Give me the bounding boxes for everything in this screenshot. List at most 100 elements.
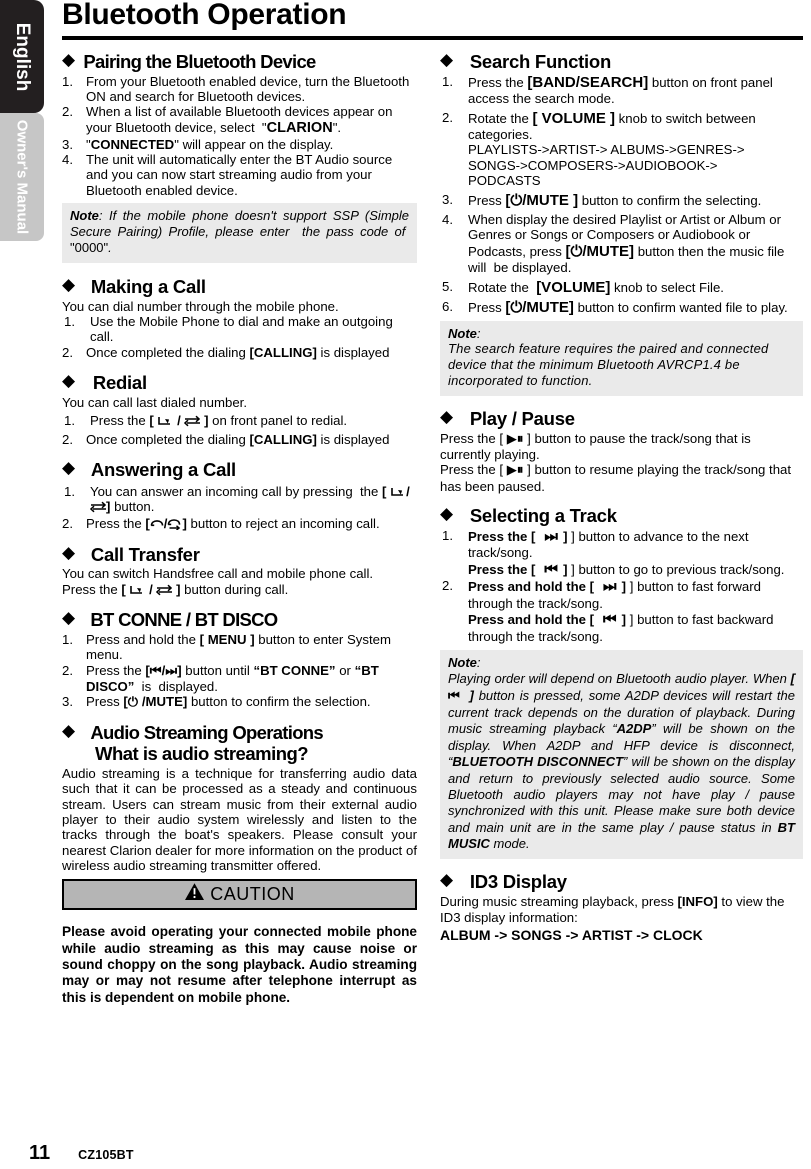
section-heading-redial: ◆ Redial	[62, 371, 417, 394]
list-item: 1. Use the Mobile Phone to dial and make …	[64, 313, 393, 345]
sidebar-manual-label: Owner's Manual	[13, 119, 31, 235]
search-steps: 1. Press the [BAND/SEARCH] button on fron…	[440, 74, 803, 317]
next-track-icon: ⏭	[597, 577, 622, 596]
section-subtitle-audio-streaming: What is audio streaming?	[95, 742, 309, 764]
step-number: 6.	[442, 299, 453, 315]
section-title-text: Answering a Call	[90, 458, 236, 480]
list-item: 1. Press the [BAND/SEARCH] button on fron…	[442, 73, 773, 107]
line-prefix: Press the [	[468, 528, 536, 544]
sidebar-tab-manual: Owner's Manual	[0, 113, 44, 241]
diamond-bullet-icon: ◆	[62, 608, 75, 629]
step-number: 2.	[62, 431, 73, 447]
step-number: 2.	[62, 662, 73, 678]
diamond-bullet-icon: ◆	[62, 371, 75, 392]
step-number: 2.	[62, 104, 73, 120]
power-icon: ⏻	[510, 190, 523, 209]
list-item: 2. When a list of available Bluetooth dev…	[62, 104, 393, 136]
right-column: ◆ Search Function 1. Press the [BAND/SEAR…	[440, 50, 803, 950]
prev-track-icon: ⏮	[597, 610, 622, 629]
step-number: 1.	[64, 313, 75, 329]
making-call-steps: 1. Use the Mobile Phone to dial and make …	[62, 314, 417, 360]
step-number: 2.	[62, 516, 73, 532]
section-title-text: Play / Pause	[469, 407, 575, 429]
warning-triangle-icon	[184, 882, 205, 906]
list-item: 1. From your Bluetooth enabled device, tu…	[62, 73, 410, 105]
line-prefix: Press the [	[468, 561, 536, 577]
caution-banner: CAUTION	[62, 879, 417, 911]
step-number: 4.	[442, 212, 453, 227]
list-item: 2. Press and hold the [ ⏭ ] ] button to …	[442, 577, 774, 644]
list-item: 3. Press [⏻/MUTE ] button to confirm the …	[442, 190, 762, 209]
section-heading-bt-conne: ◆ BT CONNE / BT DISCO	[62, 608, 417, 631]
section-title-text: Pairing the Bluetooth Device	[83, 51, 316, 72]
list-item: 4. When display the desired Playlist or A…	[442, 212, 785, 276]
section-heading-search: ◆ Search Function	[440, 50, 803, 73]
play-pause-line2: Press the [ ▶⏸ ] button to resume playin…	[440, 462, 803, 494]
diamond-bullet-icon: ◆	[440, 50, 453, 70]
section-heading-making-call: ◆ Making a Call	[62, 274, 417, 298]
section-id3-display: ◆ ID3 Display During music streaming pla…	[440, 872, 803, 943]
note-text: The search feature requires the paired a…	[448, 341, 769, 389]
step-number: 3.	[62, 694, 73, 710]
step-number: 1.	[62, 73, 73, 89]
power-icon: ⏻	[570, 241, 583, 260]
list-item: 1. Press and hold the [ MENU ] button to …	[62, 631, 391, 663]
line-prefix: Press the [	[440, 462, 504, 478]
prev-track-icon: ⏮	[149, 663, 162, 679]
id3-line1: During music streaming playback, press […	[440, 894, 785, 925]
phone-offhook-icon	[158, 417, 171, 425]
note-label: Note	[448, 325, 477, 341]
note-pairing: Note: If the mobile phone doesn't suppor…	[62, 203, 417, 263]
next-track-icon: ⏭	[539, 526, 564, 545]
transfer-arrows-icon	[156, 584, 173, 596]
play-pause-icon: ▶⏸	[506, 463, 524, 479]
line-prefix: Press the [	[440, 430, 504, 446]
note-text: If the mobile phone doesn't support SSP …	[70, 208, 409, 255]
line-suffix: ] button to go to previous track/song.	[571, 561, 785, 577]
redial-steps: 1. Press the [ / ] on front panel to redi…	[62, 413, 417, 447]
call-transfer-line2: Press the [ / ] button during call.	[62, 581, 289, 597]
section-title-text: Search Function	[469, 51, 612, 72]
line-prefix: Press and hold the [	[468, 612, 595, 628]
list-item: 1. You can answer an incoming call by pre…	[64, 483, 414, 514]
section-title-text: Making a Call	[90, 275, 206, 297]
list-item: 5. Rotate the [VOLUME] knob to select Fil…	[442, 278, 724, 296]
section-title-text: Audio Streaming Operations	[90, 721, 323, 743]
section-title-text: Selecting a Track	[469, 505, 617, 527]
step-number: 1.	[442, 527, 453, 543]
section-title-text: Redial	[92, 372, 147, 394]
section-bt-conne-disco: ◆ BT CONNE / BT DISCO 1. Press and hold t…	[62, 608, 417, 711]
section-heading-selecting-track: ◆ Selecting a Track	[440, 505, 803, 527]
transfer-arrows-icon	[89, 501, 107, 513]
caution-body-text: Please avoid operating your connected mo…	[62, 924, 417, 1005]
model-number: CZ105BT	[78, 1148, 134, 1162]
section-title-text: Call Transfer	[90, 543, 200, 565]
step-number: 4.	[62, 152, 73, 168]
sidebar-tabs: English Owner's Manual	[0, 0, 44, 745]
phone-hangup-icon	[168, 519, 181, 531]
section-selecting-track: ◆ Selecting a Track 1. Press the [ ⏭ ] ]…	[440, 505, 803, 860]
note-label: Note	[70, 208, 99, 224]
category-chain-line: SONGS->COMPOSERS->AUDIOBOOK->	[468, 157, 718, 173]
step-number: 2.	[442, 578, 453, 594]
section-answering: ◆ Answering a Call 1. You can answer an i…	[62, 458, 417, 532]
section-search-function: ◆ Search Function 1. Press the [BAND/SEAR…	[440, 50, 803, 396]
next-track-icon: ⏭	[165, 663, 178, 679]
page-title: Bluetooth Operation	[62, 0, 347, 31]
list-item: 4. The unit will automatically enter the …	[62, 152, 393, 198]
answering-steps: 1. You can answer an incoming call by pre…	[62, 484, 417, 532]
list-item: 1. Press the [ ⏭ ] ] button to advance t…	[442, 526, 785, 578]
step-number: 2.	[62, 344, 73, 360]
bt-conne-steps: 1. Press and hold the [ MENU ] button to …	[62, 632, 417, 711]
diamond-bullet-icon: ◆	[62, 274, 75, 295]
list-item: 1. Press the [ / ] on front panel to redi…	[64, 413, 348, 429]
line-prefix: Press and hold the [	[468, 579, 595, 595]
section-heading-call-transfer: ◆ Call Transfer	[62, 543, 417, 566]
list-item: 2. Rotate the [ VOLUME ] knob to switch b…	[440, 110, 803, 189]
page-footer: 11 CZ105BT	[29, 1142, 134, 1165]
list-item: 6. Press [⏻/MUTE] button to confirm wante…	[442, 298, 788, 317]
step-number: 1.	[64, 483, 75, 499]
diamond-bullet-icon: ◆	[440, 870, 453, 891]
list-item: 2. Press the [⏮/⏭] button until “BT CONNE…	[62, 662, 379, 695]
prev-track-icon: ⏮	[448, 688, 460, 704]
